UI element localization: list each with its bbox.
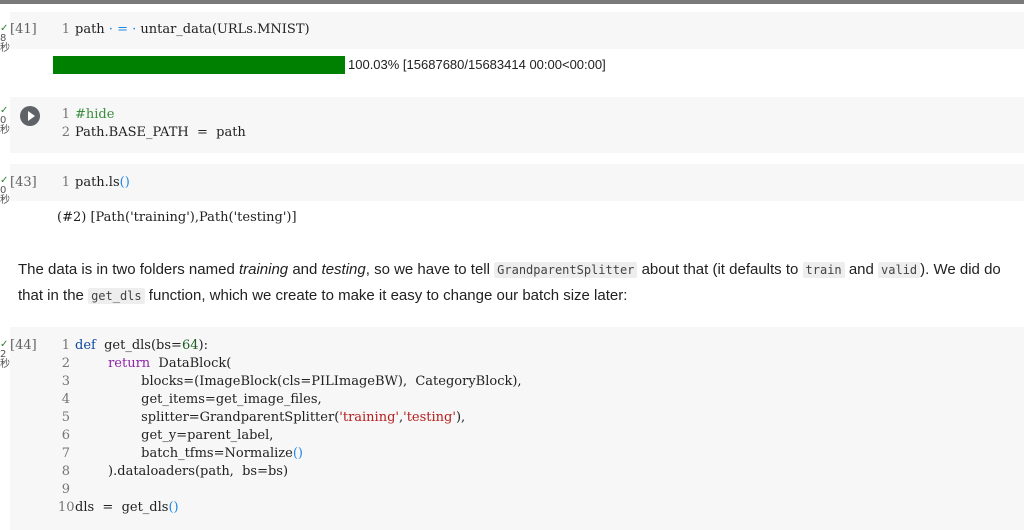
line-number: 7 [61, 446, 70, 461]
code-line: 10dls = get_dls() [58, 499, 522, 517]
md-emphasis: testing [321, 261, 366, 278]
code-line: 5 splitter=GrandparentSplitter('training… [58, 409, 522, 427]
window-top-border [0, 0, 1024, 4]
code-token: batch_tfms=Normalize [75, 446, 293, 461]
code-token: path [75, 22, 105, 37]
inline-code: get_dls [88, 288, 145, 304]
code-token: Path.BASE_PATH = path [75, 125, 246, 140]
line-number: 6 [61, 428, 70, 443]
execution-count: [44] [10, 338, 37, 353]
line-number: 5 [61, 410, 70, 425]
code-line: 1 def get_dls(bs=64): [58, 337, 522, 355]
markdown-text: The data is in two folders named trainin… [18, 257, 1008, 309]
execution-count: [43] [10, 175, 37, 190]
code-line: 2 return DataBlock( [58, 355, 522, 373]
code-line: 7 batch_tfms=Normalize() [58, 445, 522, 463]
exec-time-unit: 秒 [0, 195, 10, 206]
code-token: path.ls [75, 175, 120, 190]
code-token: 'testing' [403, 410, 456, 425]
line-number: 1 [61, 107, 70, 122]
line-number: 4 [61, 392, 70, 407]
progress-fill [53, 56, 345, 74]
code-token: ): [198, 338, 208, 353]
code-token: #hide [75, 107, 115, 122]
code-token: DataBlock( [150, 356, 232, 371]
code-cell-43[interactable] [10, 164, 1024, 201]
code-token: splitter=GrandparentSplitter( [75, 410, 340, 425]
code-token: get_items=get_image_files, [75, 392, 322, 407]
progress-text: 100.03% [15687680/15683414 00:00<00:00] [348, 57, 606, 72]
code-token: () [292, 446, 304, 461]
code-token: blocks=(ImageBlock(cls=PILImageBW), Cate… [75, 374, 522, 389]
code-token: untar_data(URLs.MNIST) [140, 22, 310, 37]
code-editor[interactable]: 1 def get_dls(bs=64): 2 return DataBlock(3… [58, 337, 522, 517]
execution-count: [41] [10, 22, 37, 37]
run-cell-button[interactable] [20, 106, 40, 126]
md-text: The data is in two folders named [18, 261, 239, 278]
line-number: 2 [61, 356, 70, 371]
inline-code: train [802, 262, 845, 278]
line-number: 3 [61, 374, 70, 389]
code-editor[interactable]: 1 path · = · untar_data(URLs.MNIST) [58, 21, 310, 39]
line-number: 2 [61, 125, 70, 140]
code-line: 8 ).dataloaders(path, bs=bs) [58, 463, 522, 481]
exec-time-unit: 秒 [0, 125, 10, 136]
line-number: 1 [61, 22, 70, 37]
code-token: 64 [181, 338, 199, 353]
code-token: () [168, 500, 179, 515]
code-line: 9 [58, 481, 522, 499]
code-token: return [108, 356, 151, 371]
code-line: 1 path.ls() [58, 174, 130, 192]
inline-code: GrandparentSplitter [494, 262, 638, 278]
code-editor[interactable]: 1 path.ls() [58, 174, 130, 192]
line-number: 10 [58, 500, 75, 515]
code-token: ), [455, 410, 466, 425]
md-text: and [288, 261, 322, 278]
code-line: 1 path · = · untar_data(URLs.MNIST) [58, 21, 310, 39]
line-number: 1 [61, 338, 70, 353]
inline-code: valid [878, 262, 921, 278]
code-token: ).dataloaders(path, bs=bs) [75, 464, 289, 479]
code-line: 2 Path.BASE_PATH = path [58, 124, 246, 142]
cell-status-43: ✓ 0 秒 [0, 176, 10, 206]
md-text: and [844, 261, 879, 278]
md-text: function, which we create to make it eas… [144, 287, 628, 304]
md-text: about that (it defaults to [637, 261, 803, 278]
code-token: dls = get_dls [75, 500, 169, 515]
cell-status-44: ✓ 2 秒 [0, 340, 10, 370]
md-text: , so we have to tell [365, 261, 495, 278]
code-token: 'training' [339, 410, 399, 425]
cell-status-42: ✓ 0 秒 [0, 106, 10, 136]
cell-output: (#2) [Path('training'),Path('testing')] [57, 210, 297, 225]
code-token: def [75, 338, 96, 353]
code-token: get_y=parent_label, [75, 428, 274, 443]
code-editor[interactable]: 1 #hide 2 Path.BASE_PATH = path [58, 106, 246, 142]
exec-time-unit: 秒 [0, 43, 10, 54]
code-token: () [119, 175, 130, 190]
md-emphasis: training [238, 261, 289, 278]
line-number: 1 [61, 175, 70, 190]
code-line: 6 get_y=parent_label, [58, 427, 522, 445]
code-token: · = · [104, 22, 141, 37]
line-number: 8 [61, 464, 70, 479]
code-line: 4 get_items=get_image_files, [58, 391, 522, 409]
code-line: 1 #hide [58, 106, 246, 124]
line-number: 9 [61, 482, 70, 497]
download-progress-bar [53, 56, 345, 74]
code-token: get_dls(bs= [95, 338, 182, 353]
code-line: 3 blocks=(ImageBlock(cls=PILImageBW), Ca… [58, 373, 522, 391]
exec-time-unit: 秒 [0, 359, 10, 370]
cell-status-41: ✓ 8 秒 [0, 24, 10, 54]
